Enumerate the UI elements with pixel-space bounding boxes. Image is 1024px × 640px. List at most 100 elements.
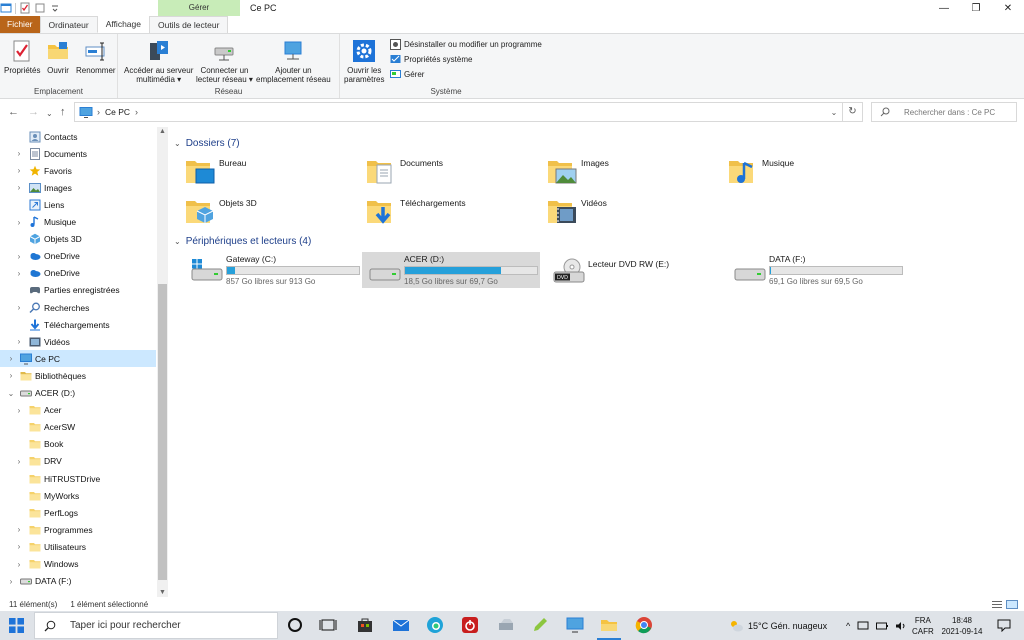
- sidebar-item-utilisateurs[interactable]: › Utilisateurs: [0, 538, 156, 555]
- battery-icon[interactable]: [876, 621, 889, 631]
- sidebar-item-onedrive[interactable]: › OneDrive: [0, 248, 156, 265]
- expand-chevron-icon[interactable]: ›: [6, 577, 16, 586]
- folder-item[interactable]: Musique: [727, 155, 902, 191]
- sidebar-item-windows[interactable]: › Windows: [0, 556, 156, 573]
- language-indicator[interactable]: FRA CAFR: [912, 611, 934, 640]
- expand-chevron-icon[interactable]: ›: [14, 218, 24, 227]
- sidebar-item-favoris[interactable]: › Favoris: [0, 162, 156, 179]
- address-history-dropdown-icon[interactable]: ⌄: [826, 108, 842, 117]
- expand-chevron-icon[interactable]: ›: [14, 166, 24, 175]
- cortana-icon[interactable]: [285, 615, 305, 635]
- breadcrumb-chevron-icon[interactable]: ›: [135, 107, 138, 117]
- expand-chevron-icon[interactable]: ›: [14, 252, 24, 261]
- new-folder-quick-icon[interactable]: [34, 2, 46, 14]
- drive-item[interactable]: Gateway (C:) 857 Go libres sur 913 Go: [184, 252, 362, 288]
- volume-icon[interactable]: [895, 621, 907, 631]
- sidebar-item-liens[interactable]: Liens: [0, 196, 156, 213]
- chrome-icon[interactable]: [634, 615, 654, 635]
- sidebar-item-recherches[interactable]: › Recherches: [0, 299, 156, 316]
- sidebar-item-myworks[interactable]: MyWorks: [0, 487, 156, 504]
- sidebar-item-book[interactable]: Book: [0, 436, 156, 453]
- expand-chevron-icon[interactable]: ›: [14, 183, 24, 192]
- address-box[interactable]: › Ce PC › ⌄ ↻: [74, 102, 863, 122]
- sidebar-item-objets-3d[interactable]: Objets 3D: [0, 231, 156, 248]
- folder-item[interactable]: Objets 3D: [184, 195, 359, 231]
- expand-chevron-icon[interactable]: ›: [6, 371, 16, 380]
- collapse-chevron-icon[interactable]: ⌄: [174, 237, 181, 246]
- open-button[interactable]: Ouvrir: [46, 39, 70, 75]
- pencil-app-icon[interactable]: [530, 615, 550, 635]
- expanded-chevron-icon[interactable]: ⌄: [6, 389, 16, 398]
- task-view-icon[interactable]: [318, 615, 338, 635]
- clock[interactable]: 18:48 2021-09-14: [940, 611, 984, 640]
- file-explorer-icon[interactable]: [599, 615, 619, 635]
- expand-chevron-icon[interactable]: ›: [14, 406, 24, 415]
- sidebar-item-contacts[interactable]: Contacts: [0, 128, 156, 145]
- sidebar-item-data-f[interactable]: › DATA (F:): [0, 573, 156, 590]
- expand-chevron-icon[interactable]: ›: [14, 560, 24, 569]
- expand-chevron-icon[interactable]: ›: [14, 457, 24, 466]
- network-tray-icon[interactable]: [857, 621, 869, 631]
- sidebar-item-ce-pc[interactable]: › Ce PC: [0, 350, 156, 368]
- expand-chevron-icon[interactable]: ›: [14, 269, 24, 278]
- sidebar-item-documents[interactable]: › Documents: [0, 145, 156, 162]
- manage-button[interactable]: Gérer: [390, 69, 424, 80]
- explorer-window-icon[interactable]: [0, 2, 12, 14]
- expand-chevron-icon[interactable]: ›: [14, 303, 24, 312]
- taskbar-search[interactable]: Taper ici pour rechercher: [34, 612, 278, 639]
- sidebar-item-parties-enregistr-es[interactable]: Parties enregistrées: [0, 282, 156, 299]
- mail-icon[interactable]: [391, 615, 411, 635]
- sidebar-item-perflogs[interactable]: PerfLogs: [0, 504, 156, 521]
- tab-computer[interactable]: Ordinateur: [39, 16, 98, 33]
- show-hidden-icons-icon[interactable]: ^: [846, 621, 850, 631]
- breadcrumb-chevron-icon[interactable]: ›: [97, 107, 100, 117]
- scroll-thumb[interactable]: [158, 284, 167, 580]
- scroll-down-icon[interactable]: ▼: [157, 589, 168, 596]
- expand-chevron-icon[interactable]: ›: [14, 525, 24, 534]
- sidebar-item-drv[interactable]: › DRV: [0, 453, 156, 470]
- folder-item[interactable]: Bureau: [184, 155, 359, 191]
- rename-button[interactable]: Renommer: [76, 39, 116, 75]
- breadcrumb-this-pc[interactable]: Ce PC: [105, 107, 130, 117]
- sidebar-item-t-l-chargements[interactable]: Téléchargements: [0, 316, 156, 333]
- sidebar-item-acer-d[interactable]: ⌄ ACER (D:): [0, 385, 156, 402]
- notifications-icon[interactable]: [997, 619, 1011, 632]
- folder-item[interactable]: Vidéos: [546, 195, 721, 231]
- forward-arrow-icon[interactable]: →: [28, 106, 39, 118]
- expand-chevron-icon[interactable]: ›: [14, 337, 24, 346]
- details-view-icon[interactable]: [991, 600, 1003, 609]
- open-settings-button[interactable]: Ouvrir les paramètres: [344, 39, 384, 84]
- properties-button[interactable]: Propriétés: [4, 39, 40, 75]
- power-app-icon[interactable]: [460, 615, 480, 635]
- folder-item[interactable]: Téléchargements: [365, 195, 540, 231]
- sidebar-item-musique[interactable]: › Musique: [0, 214, 156, 231]
- properties-quick-icon[interactable]: [19, 2, 31, 14]
- remote-desktop-icon[interactable]: [565, 615, 585, 635]
- customize-dropdown-icon[interactable]: [49, 2, 61, 14]
- folder-item[interactable]: Images: [546, 155, 721, 191]
- folders-section-header[interactable]: ⌄ Dossiers (7): [174, 135, 1014, 151]
- expand-chevron-icon[interactable]: ›: [14, 149, 24, 158]
- add-network-location-button[interactable]: Ajouter un emplacement réseau: [256, 39, 331, 84]
- store-icon[interactable]: [355, 615, 375, 635]
- restore-button[interactable]: ❐: [960, 0, 992, 16]
- sidebar-item-programmes[interactable]: › Programmes: [0, 521, 156, 538]
- media-server-button[interactable]: Accéder au serveur multimédia ▾: [124, 39, 193, 84]
- expand-chevron-icon[interactable]: ›: [6, 354, 16, 363]
- windows-start-icon[interactable]: [9, 618, 24, 633]
- tab-drive-tools[interactable]: Outils de lecteur: [148, 16, 229, 33]
- drive-item[interactable]: ACER (D:) 18,5 Go libres sur 69,7 Go: [362, 252, 540, 288]
- close-button[interactable]: ✕: [992, 0, 1024, 16]
- large-icons-view-icon[interactable]: [1006, 599, 1018, 609]
- scroll-up-icon[interactable]: ▲: [157, 128, 168, 135]
- nav-scrollbar[interactable]: ▲ ▼: [157, 127, 168, 597]
- expand-chevron-icon[interactable]: ›: [14, 542, 24, 551]
- sidebar-item-acersw[interactable]: AcerSW: [0, 419, 156, 436]
- search-input[interactable]: Rechercher dans : Ce PC: [871, 102, 1017, 122]
- sidebar-item-vid-os[interactable]: › Vidéos: [0, 333, 156, 350]
- sidebar-item-hitrustdrive[interactable]: HiTRUSTDrive: [0, 470, 156, 487]
- devices-section-header[interactable]: ⌄ Périphériques et lecteurs (4): [174, 233, 1014, 249]
- sidebar-item-images[interactable]: › Images: [0, 179, 156, 196]
- uninstall-program-button[interactable]: Désinstaller ou modifier un programme: [390, 39, 542, 50]
- drive-item[interactable]: DVD Lecteur DVD RW (E:): [546, 252, 724, 288]
